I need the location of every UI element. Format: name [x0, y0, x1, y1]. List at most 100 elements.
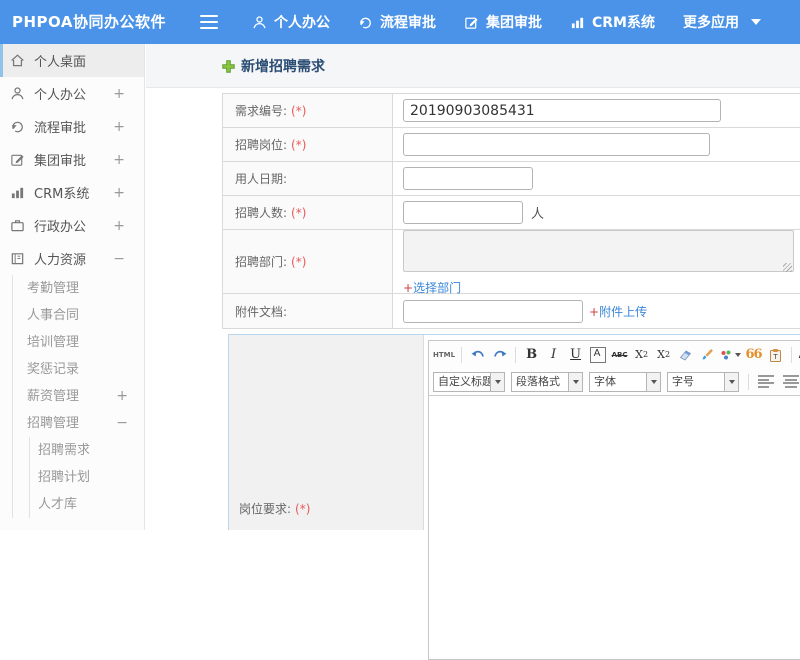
expand-toggle[interactable]: + — [116, 383, 128, 410]
sidebar-item-salary[interactable]: 薪资管理 + — [13, 383, 144, 410]
recruit-request-form: 需求编号:(*) 招聘岗位:(*) 用人日期: 招聘人数:(*) 人 招聘部门:… — [222, 93, 800, 329]
collapse-toggle[interactable]: − — [113, 251, 125, 267]
topnav-more-apps[interactable]: 更多应用 — [669, 0, 775, 44]
topnav-crm[interactable]: CRM系统 — [556, 0, 669, 44]
bar-chart-icon — [11, 187, 24, 199]
form-row-request-no: 需求编号: (*) — [223, 94, 800, 127]
toolbar-separator — [461, 346, 463, 363]
sidebar-item-attendance[interactable]: 考勤管理 — [13, 275, 144, 302]
expand-toggle[interactable]: + — [113, 119, 125, 135]
expand-toggle[interactable]: + — [113, 218, 125, 234]
plus-sign: + — [403, 280, 414, 295]
editor-content-area[interactable] — [429, 395, 800, 659]
font-size-select[interactable]: 字号 — [667, 371, 739, 392]
expand-toggle[interactable]: + — [113, 185, 125, 201]
color-palette-button[interactable] — [720, 345, 742, 365]
editor-toolbar-row1: HTML B I U A ABC X2 X2 66 T A ab — [429, 341, 800, 368]
upload-attachment-link[interactable]: +附件上传 — [589, 303, 647, 320]
align-left-button[interactable] — [758, 375, 774, 388]
request-no-input[interactable] — [403, 99, 721, 122]
required-mark: (*) — [291, 205, 307, 220]
caret-down-icon — [647, 371, 661, 392]
required-mark: (*) — [295, 501, 311, 516]
position-input[interactable] — [403, 133, 710, 156]
resize-handle-icon[interactable] — [783, 262, 792, 272]
sidebar-item-recruit-plan[interactable]: 招聘计划 — [30, 464, 144, 491]
remove-format-button[interactable] — [676, 345, 695, 365]
sidebar-item-personal-office[interactable]: 个人办公 + — [0, 77, 144, 110]
select-department-link[interactable]: +选择部门 — [403, 279, 461, 296]
strikethrough-button[interactable]: ABC — [610, 345, 629, 365]
sidebar-item-hr-contract[interactable]: 人事合同 — [13, 302, 144, 329]
topnav-label: CRM系统 — [592, 15, 655, 31]
person-icon — [253, 15, 266, 28]
hamburger-menu-icon[interactable] — [200, 15, 218, 29]
brush-icon — [702, 349, 714, 360]
collapse-toggle[interactable]: − — [116, 410, 128, 437]
page-title: 新增招聘需求 — [222, 44, 325, 88]
sidebar-item-crm[interactable]: CRM系统 + — [0, 176, 144, 209]
unit-suffix: 人 — [531, 207, 545, 222]
rich-text-editor: HTML B I U A ABC X2 X2 66 T A ab — [428, 340, 800, 660]
blockquote-button[interactable]: 66 — [744, 345, 763, 365]
bold-button[interactable]: B — [522, 345, 541, 365]
edit-square-icon — [465, 17, 478, 29]
redo-button[interactable] — [490, 345, 509, 365]
expand-toggle[interactable]: + — [113, 152, 125, 168]
style-button[interactable]: A — [588, 345, 607, 365]
field-label: 招聘部门: (*) — [223, 230, 393, 293]
department-textarea[interactable] — [403, 229, 794, 272]
toolbar-separator — [515, 346, 517, 363]
plus-sign: + — [589, 304, 600, 319]
toolbar-separator — [791, 346, 793, 363]
editor-cell: HTML B I U A ABC X2 X2 66 T A ab — [424, 335, 800, 660]
underline-button[interactable]: U — [566, 345, 585, 365]
topnav-workflow-approval[interactable]: 流程审批 — [344, 0, 450, 44]
green-plus-icon — [222, 59, 235, 73]
home-icon — [11, 54, 24, 67]
required-mark: (*) — [291, 254, 307, 269]
sidebar-item-recruit-request[interactable]: 招聘需求 — [30, 437, 144, 464]
caret-down-icon — [569, 371, 583, 392]
sidebar-item-label: 个人桌面 — [34, 55, 87, 70]
field-label: 附件文档: — [223, 294, 393, 328]
paragraph-format-select[interactable]: 段落格式 — [511, 371, 583, 392]
headcount-input[interactable] — [403, 201, 523, 224]
top-navigation: 个人办公 流程审批 集团审批 CRM系统 更多应用 — [238, 0, 775, 44]
topnav-personal-office[interactable]: 个人办公 — [238, 0, 344, 44]
align-center-button[interactable] — [783, 375, 799, 388]
caret-down-icon — [725, 371, 739, 392]
required-mark: (*) — [291, 103, 307, 118]
paste-button[interactable]: T — [766, 345, 785, 365]
source-code-button[interactable]: HTML — [433, 345, 455, 365]
subscript-button[interactable]: X2 — [654, 345, 673, 365]
format-painter-button[interactable] — [698, 345, 717, 365]
custom-heading-select[interactable]: 自定义标题 — [433, 371, 505, 392]
page-header: 新增招聘需求 — [146, 44, 800, 88]
superscript-button[interactable]: X2 — [632, 345, 651, 365]
clipboard-icon: T — [770, 348, 782, 362]
attachment-input[interactable] — [403, 299, 583, 323]
sidebar-item-recruitment[interactable]: 招聘管理 − — [13, 410, 144, 437]
eraser-icon — [679, 350, 692, 361]
sidebar-item-training[interactable]: 培训管理 — [13, 329, 144, 356]
sidebar-item-rewards[interactable]: 奖惩记录 — [13, 356, 144, 383]
sidebar-item-admin-office[interactable]: 行政办公 + — [0, 209, 144, 242]
sidebar-item-personal-desktop[interactable]: 个人桌面 — [0, 44, 144, 77]
book-icon — [11, 253, 24, 265]
sidebar-item-hr[interactable]: 人力资源 − — [0, 242, 144, 275]
italic-button[interactable]: I — [544, 345, 563, 365]
field-label: 招聘岗位: (*) — [223, 128, 393, 161]
sidebar-item-workflow-approval[interactable]: 流程审批 + — [0, 110, 144, 143]
topnav-label: 更多应用 — [683, 15, 739, 31]
field-label: 需求编号: (*) — [223, 94, 393, 127]
topnav-group-approval[interactable]: 集团审批 — [450, 0, 556, 44]
sidebar-item-group-approval[interactable]: 集团审批 + — [0, 143, 144, 176]
expand-toggle[interactable]: + — [113, 86, 125, 102]
undo-button[interactable] — [468, 345, 487, 365]
form-row-job-requirement: 岗位要求: (*) HTML B I U A ABC X2 X2 66 T 自定… — [228, 334, 800, 660]
caret-down-icon — [751, 19, 761, 25]
font-family-select[interactable]: 字体 — [589, 371, 661, 392]
sidebar-item-talent-pool[interactable]: 人才库 — [30, 491, 144, 518]
hire-date-input[interactable] — [403, 167, 533, 190]
